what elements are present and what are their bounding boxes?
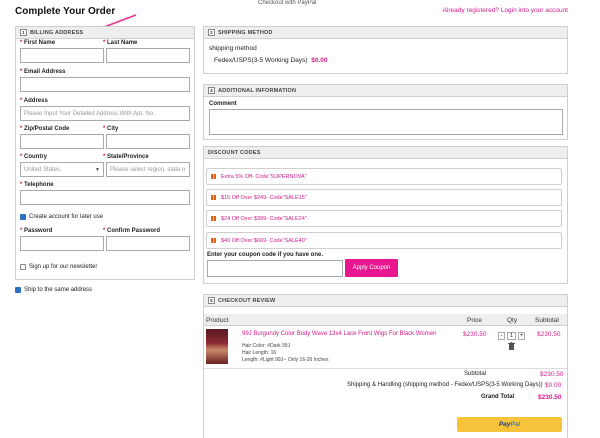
- review-heading-text: CHECKOUT REVIEW: [218, 297, 276, 304]
- ship-same-address-label: Ship to the same address: [24, 287, 93, 293]
- confirm-password-input[interactable]: [106, 236, 190, 251]
- coupon-label: $40 Off Over $669- Code"SALE40": [221, 237, 307, 244]
- password-input[interactable]: [20, 236, 104, 251]
- zip-label: * Zip/Postal Code: [20, 126, 70, 132]
- column-header-subtotal: Subtotal: [535, 317, 559, 324]
- telephone-label: * Telephone: [20, 182, 54, 188]
- grand-total-label: Grand Total: [481, 394, 515, 400]
- shipping-method-option[interactable]: Fedex/USPS(3-5 Working Days) $0.00: [214, 57, 328, 64]
- shipping-method-name: Fedex/USPS(3-5 Working Days): [214, 57, 308, 64]
- city-label: * City: [103, 126, 119, 132]
- gift-icon: [211, 195, 216, 200]
- login-link[interactable]: Already registered? Login into your acco…: [443, 7, 568, 14]
- coupon-option[interactable]: Extra 5% Off- Code"SUPERNOVA": [206, 168, 562, 185]
- product-attr-length: Length: #Light 99J-- Only 16-26 Inches: [242, 357, 329, 363]
- qty-input[interactable]: 1: [507, 332, 516, 340]
- city-input[interactable]: [106, 134, 190, 149]
- column-header-product: Product: [206, 317, 229, 324]
- quantity-stepper: - 1 +: [498, 332, 525, 340]
- create-account-checkbox[interactable]: Create account for later use: [20, 214, 103, 220]
- password-label: * Password: [20, 228, 53, 234]
- confirm-password-label: * Confirm Password: [103, 228, 161, 234]
- coupon-option[interactable]: $40 Off Over $669- Code"SALE40": [206, 232, 562, 249]
- shipping-method-price: $0.00: [311, 57, 328, 64]
- coupon-label: $15 Off Over $249- Code"SALE15": [221, 194, 307, 201]
- trash-icon[interactable]: [508, 342, 515, 350]
- chevron-down-icon: ▼: [95, 166, 100, 173]
- subtotal-value: $230.50: [540, 371, 564, 378]
- gift-icon: [211, 238, 216, 243]
- discount-heading-text: DISCOUNT CODES: [208, 149, 261, 156]
- state-label: * State/Province: [103, 154, 149, 160]
- shipping-method-panel: 2 SHIPPING METHOD shipping method Fedex/…: [203, 26, 568, 74]
- coupon-option[interactable]: $24 Off Over $399- Code"SALE24": [206, 210, 562, 227]
- step-number: 2: [208, 29, 215, 36]
- checkout-review-heading: 5 CHECKOUT REVIEW: [204, 295, 567, 307]
- increase-qty-button[interactable]: +: [518, 332, 525, 340]
- paypal-checkout-image[interactable]: Checkout with PayPal: [258, 0, 316, 6]
- coupon-label: $24 Off Over $399- Code"SALE24": [221, 215, 307, 222]
- shipping-heading-text: SHIPPING METHOD: [218, 29, 273, 36]
- additional-info-panel: 4 ADDITIONAL INFORMATION Comment: [203, 84, 568, 140]
- paypal-logo-pay: Pay: [498, 421, 511, 428]
- product-thumbnail[interactable]: [206, 329, 228, 364]
- country-value: United States.: [24, 166, 62, 173]
- email-label: * Email Address: [20, 69, 66, 75]
- product-attr-hair-color: Hair Color: #Dark 99J: [242, 343, 291, 349]
- comment-label: Comment: [209, 101, 237, 107]
- address-label: * Address: [20, 98, 48, 104]
- divider: [204, 368, 567, 369]
- shipping-handling-value: $0.00: [545, 382, 562, 389]
- coupon-enter-label: Enter your coupon code if you have one.: [207, 252, 324, 258]
- gift-icon: [211, 216, 216, 221]
- step-number: 4: [208, 87, 215, 94]
- product-attr-hair-length: Hair Length: 16: [242, 350, 277, 356]
- country-select[interactable]: United States. ▼: [20, 162, 104, 177]
- coupon-option[interactable]: $15 Off Over $249- Code"SALE15": [206, 189, 562, 206]
- additional-info-heading: 4 ADDITIONAL INFORMATION: [204, 85, 567, 97]
- step-number: 1: [20, 29, 27, 36]
- newsletter-label: Sign up for our newsletter: [29, 264, 98, 270]
- checkbox-checked-icon: [15, 287, 21, 293]
- first-name-input[interactable]: [20, 48, 104, 63]
- discount-codes-heading: DISCOUNT CODES: [204, 147, 567, 159]
- shipping-method-heading: 2 SHIPPING METHOD: [204, 27, 567, 39]
- telephone-input[interactable]: [20, 190, 190, 205]
- first-name-label: * First Name: [20, 40, 56, 46]
- coupon-code-input[interactable]: [207, 260, 343, 277]
- state-input[interactable]: Please select region, state o: [106, 162, 190, 177]
- grand-total-value: $230.50: [538, 394, 562, 401]
- paypal-checkout-button[interactable]: Pay Pal: [457, 417, 562, 432]
- subtotal-label: Subtotal: [464, 371, 487, 377]
- shipping-method-title: shipping method: [209, 45, 257, 52]
- zip-input[interactable]: [20, 134, 104, 149]
- last-name-input[interactable]: [106, 48, 190, 63]
- additional-heading-text: ADDITIONAL INFORMATION: [218, 87, 297, 94]
- newsletter-checkbox[interactable]: Sign up for our newsletter: [20, 264, 97, 270]
- billing-heading-text: BILLING ADDRESS: [30, 29, 84, 36]
- coupon-label: Extra 5% Off- Code"SUPERNOVA": [221, 173, 307, 180]
- paypal-logo-pal: Pal: [510, 421, 521, 428]
- product-price: $230.50: [463, 331, 487, 338]
- column-header-qty: Qty: [507, 317, 518, 324]
- comment-textarea[interactable]: [209, 109, 563, 135]
- email-input[interactable]: [20, 77, 190, 92]
- last-name-label: * Last Name: [103, 40, 138, 46]
- create-account-label: Create account for later use: [29, 214, 104, 220]
- decrease-qty-button[interactable]: -: [498, 332, 505, 340]
- product-subtotal: $230.50: [537, 331, 561, 338]
- apply-coupon-button[interactable]: Apply Coupon: [345, 259, 398, 277]
- shipping-handling-label: Shipping & Handling (shipping method - F…: [347, 382, 543, 388]
- checkbox-checked-icon: [20, 214, 26, 220]
- address-input[interactable]: Please Input Your Detailed Address With …: [20, 106, 190, 121]
- step-number: 5: [208, 297, 215, 304]
- gift-icon: [211, 174, 216, 179]
- country-label: * Country: [20, 154, 48, 160]
- column-header-price: Price: [467, 317, 482, 324]
- checkbox-unchecked-icon: [20, 264, 26, 270]
- ship-same-address-checkbox[interactable]: Ship to the same address: [15, 287, 92, 293]
- product-name[interactable]: 99J Burgundy Color Body Wave 13x4 Lace F…: [242, 331, 436, 337]
- billing-address-heading: 1 BILLING ADDRESS: [16, 27, 194, 39]
